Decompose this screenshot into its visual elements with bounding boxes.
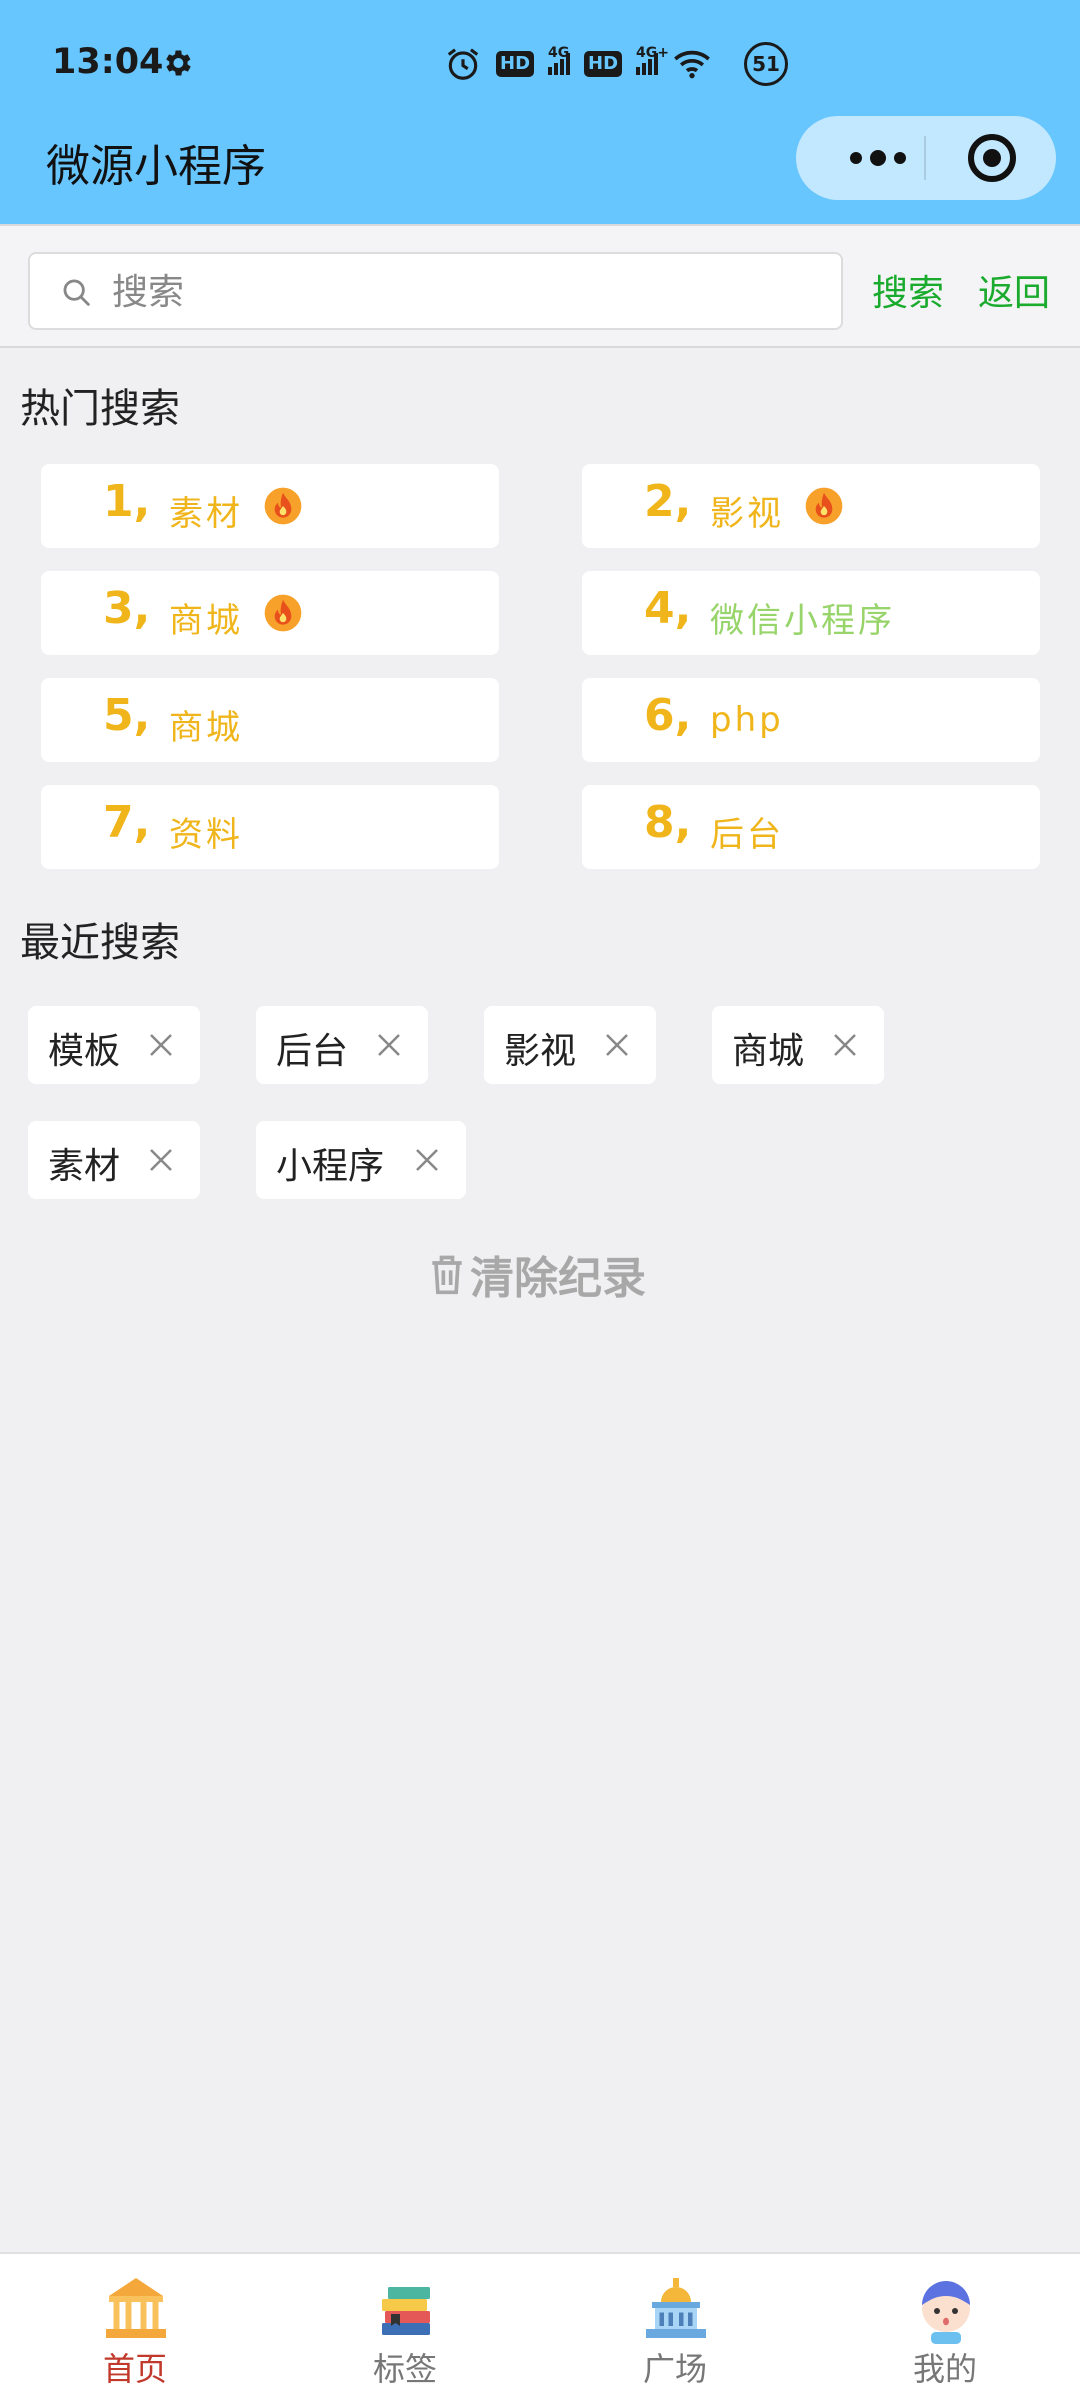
tab-mine[interactable]: 我的: [810, 2254, 1080, 2400]
trash-icon: [432, 1255, 462, 1295]
hot-search-item-2[interactable]: 2, 影视: [582, 464, 1040, 548]
temple-icon: [106, 2278, 166, 2338]
avatar-icon: [922, 2281, 970, 2344]
hot-search-item-4[interactable]: 4, 微信小程序: [582, 571, 1040, 655]
search-input[interactable]: [112, 264, 812, 320]
alarm-icon: [447, 48, 479, 80]
recent-tag-label: 商城: [732, 1031, 805, 1072]
hot-label: 后台: [710, 815, 784, 855]
tab-tags[interactable]: 标签: [270, 2254, 540, 2400]
hot-search-item-8[interactable]: 8, 后台: [582, 785, 1040, 869]
tab-tags-label: 标签: [372, 2350, 437, 2388]
hot-rank: 7,: [103, 797, 151, 848]
status-time: 13:04: [52, 42, 164, 82]
clear-history-label: 清除纪录: [470, 1253, 646, 1304]
capsule-divider: [924, 136, 926, 180]
hd-badge-2: HD: [584, 51, 623, 77]
fire-icon: [264, 487, 302, 525]
tab-square-label: 广场: [642, 2350, 707, 2388]
mini-program-capsule: [796, 116, 1056, 200]
recent-tag-label: 素材: [48, 1146, 121, 1187]
more-menu-button[interactable]: [832, 116, 924, 200]
hot-search-item-5[interactable]: 5, 商城: [41, 678, 499, 762]
hot-label: 商城: [169, 708, 243, 748]
battery-indicator: 51: [744, 42, 789, 86]
fire-icon: [805, 487, 843, 525]
status-bar: 13:04 HD 4G HD 4G+ 51: [0, 0, 1080, 128]
recent-tag-label: 小程序: [276, 1146, 385, 1187]
recent-tag-label: 后台: [276, 1031, 349, 1072]
signal-icon: 4G: [548, 45, 571, 75]
recent-tag[interactable]: 影视: [484, 1006, 656, 1084]
search-bar: 搜索 返回: [0, 224, 1080, 348]
more-dot-right: [894, 152, 906, 164]
hot-label: 影视: [710, 494, 784, 534]
more-dots-icon: [850, 152, 862, 164]
header-bar: 13:04 HD 4G HD 4G+ 51 微源小程序: [0, 0, 1080, 224]
tab-mine-label: 我的: [912, 2350, 977, 2388]
hot-rank: 5,: [103, 690, 151, 741]
hd-badge: HD: [496, 51, 535, 77]
close-icon[interactable]: [146, 1145, 176, 1175]
capitol-icon: [646, 2278, 706, 2338]
bottom-tab-bar: 首页 标签 广场 我的: [0, 2252, 1080, 2400]
gear-icon: [166, 50, 191, 76]
close-target-button[interactable]: [968, 134, 1016, 182]
search-button[interactable]: 搜索: [872, 264, 944, 316]
hot-label: 微信小程序: [710, 601, 895, 641]
hot-search-item-7[interactable]: 7, 资料: [41, 785, 499, 869]
recent-tag[interactable]: 小程序: [256, 1121, 466, 1199]
recent-search-title: 最近搜索: [20, 920, 180, 966]
books-icon: [382, 2287, 430, 2335]
recent-tag[interactable]: 素材: [28, 1121, 200, 1199]
tab-home-label: 首页: [102, 2350, 167, 2388]
search-icon: [63, 279, 90, 306]
recent-tag[interactable]: 后台: [256, 1006, 428, 1084]
more-dot-center: [870, 150, 886, 166]
close-icon[interactable]: [374, 1030, 404, 1060]
app-title: 微源小程序: [46, 141, 266, 192]
tab-home[interactable]: 首页: [0, 2254, 270, 2400]
hot-rank: 6,: [644, 690, 692, 741]
hot-search-item-1[interactable]: 1, 素材: [41, 464, 499, 548]
search-box[interactable]: [28, 252, 843, 330]
hot-label: 商城: [169, 601, 243, 641]
hot-label: 资料: [169, 815, 243, 855]
hot-rank: 8,: [644, 797, 692, 848]
wifi-icon: [674, 50, 710, 79]
tab-square[interactable]: 广场: [540, 2254, 810, 2400]
hot-label: 素材: [169, 494, 243, 534]
recent-tag[interactable]: 模板: [28, 1006, 200, 1084]
recent-tag-label: 影视: [504, 1031, 577, 1072]
signal-icon-2: 4G+: [636, 45, 669, 75]
close-icon[interactable]: [602, 1030, 632, 1060]
fire-icon: [264, 594, 302, 632]
close-icon[interactable]: [412, 1145, 442, 1175]
close-icon[interactable]: [146, 1030, 176, 1060]
clear-history-button[interactable]: 清除纪录: [428, 1244, 646, 1304]
recent-tag[interactable]: 商城: [712, 1006, 884, 1084]
status-icons: HD 4G HD 4G+ 51: [444, 40, 789, 88]
hot-search-title: 热门搜索: [20, 386, 180, 432]
hot-rank: 2,: [644, 476, 692, 527]
hot-search-item-3[interactable]: 3, 商城: [41, 571, 499, 655]
hot-rank: 4,: [644, 583, 692, 634]
recent-tag-label: 模板: [48, 1031, 121, 1072]
hot-search-item-6[interactable]: 6, php: [582, 678, 1040, 762]
hot-label: php: [710, 700, 784, 740]
back-button[interactable]: 返回: [978, 264, 1050, 316]
hot-rank: 1,: [103, 476, 151, 527]
hot-rank: 3,: [103, 583, 151, 634]
close-icon[interactable]: [830, 1030, 860, 1060]
